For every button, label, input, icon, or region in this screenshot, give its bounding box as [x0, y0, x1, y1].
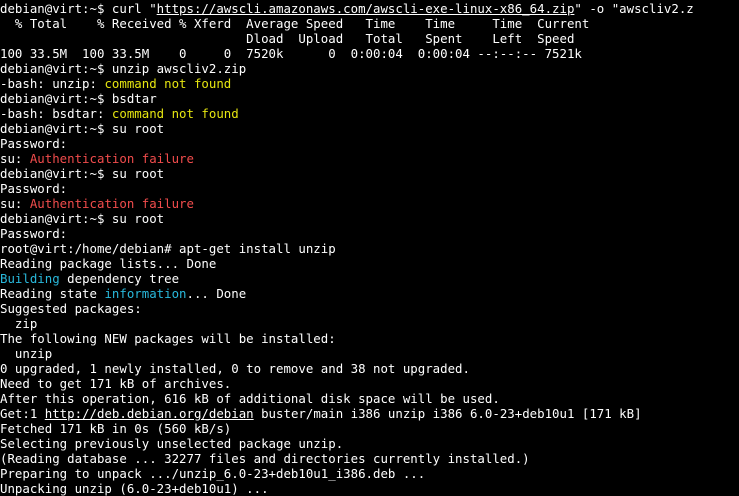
terminal-line: debian@virt:~$ unzip awscliv2.zip — [0, 61, 739, 76]
terminal-line: debian@virt:~$ su root — [0, 211, 739, 226]
terminal-text: Reading state — [0, 286, 105, 301]
terminal-line: 0 upgraded, 1 newly installed, 0 to remo… — [0, 361, 739, 376]
terminal-line: root@virt:/home/debian# apt-get install … — [0, 241, 739, 256]
terminal-link[interactable]: https://awscli.amazonaws.com/awscli-exe-… — [157, 1, 575, 16]
terminal-line: su: Authentication failure — [0, 196, 739, 211]
terminal-text: command not found — [111, 106, 239, 121]
terminal-text: Fetched 171 kB in 0s (560 kB/s) — [0, 421, 232, 436]
terminal-text: The following NEW packages will be insta… — [0, 331, 336, 346]
terminal-text: Dload Upload Total Spent Left Speed — [0, 31, 575, 46]
terminal-text: debian@virt:~$ unzip awscliv2.zip — [0, 61, 247, 76]
terminal-text: debian@virt:~$ curl " — [0, 1, 157, 16]
terminal-text: debian@virt:~$ su root — [0, 166, 165, 181]
terminal-line: Unpacking unzip (6.0-23+deb10u1) ... — [0, 481, 739, 496]
terminal-text: Password: — [0, 226, 68, 241]
terminal-line: (Reading database ... 32277 files and di… — [0, 451, 739, 466]
terminal-text: buster/main i386 unzip i386 6.0-23+deb10… — [253, 406, 642, 421]
terminal-line: Building dependency tree — [0, 271, 739, 286]
terminal-text: Authentication failure — [29, 196, 194, 211]
terminal-text: Building — [0, 271, 60, 286]
terminal-line: debian@virt:~$ su root — [0, 121, 739, 136]
terminal-text: Unpacking unzip (6.0-23+deb10u1) ... — [0, 481, 269, 496]
terminal-line: su: Authentication failure — [0, 151, 739, 166]
terminal-line: Reading state information... Done — [0, 286, 739, 301]
terminal-line: Dload Upload Total Spent Left Speed — [0, 31, 739, 46]
terminal-line: After this operation, 616 kB of addition… — [0, 391, 739, 406]
terminal-line: Preparing to unpack .../unzip_6.0-23+deb… — [0, 466, 739, 481]
terminal-text: Authentication failure — [29, 151, 194, 166]
terminal-text: zip — [0, 316, 38, 331]
terminal-text: -bash: unzip: — [0, 76, 105, 91]
terminal-text: Need to get 171 kB of archives. — [0, 376, 232, 391]
terminal-line: Need to get 171 kB of archives. — [0, 376, 739, 391]
terminal-text: Preparing to unpack .../unzip_6.0-23+deb… — [0, 466, 426, 481]
terminal-line: Fetched 171 kB in 0s (560 kB/s) — [0, 421, 739, 436]
terminal-text: -bash: bsdtar: — [0, 106, 112, 121]
terminal-text: command not found — [104, 76, 232, 91]
terminal-text: Selecting previously unselected package … — [0, 436, 344, 451]
terminal-text: ... Done — [186, 286, 247, 301]
terminal-text: dependency tree — [59, 271, 180, 286]
terminal-text: Reading package lists... Done — [0, 256, 217, 271]
terminal-line: Password: — [0, 136, 739, 151]
terminal-line: Password: — [0, 226, 739, 241]
terminal-line: Password: — [0, 181, 739, 196]
terminal-line: zip — [0, 316, 739, 331]
terminal-text: debian@virt:~$ bsdtar — [0, 91, 157, 106]
terminal-output[interactable]: debian@virt:~$ curl "https://awscli.amaz… — [0, 0, 739, 496]
terminal-line: 100 33.5M 100 33.5M 0 0 7520k 0 0:00:04 … — [0, 46, 739, 61]
terminal-text: % Total % Received % Xferd Average Speed… — [0, 16, 590, 31]
terminal-text: (Reading database ... 32277 files and di… — [0, 451, 530, 466]
terminal-line: debian@virt:~$ curl "https://awscli.amaz… — [0, 1, 739, 16]
terminal-text: su: — [0, 196, 30, 211]
terminal-text: debian@virt:~$ su root — [0, 211, 165, 226]
terminal-link[interactable]: http://deb.debian.org/debian — [45, 406, 254, 421]
terminal-line: debian@virt:~$ bsdtar — [0, 91, 739, 106]
terminal-text: 0 upgraded, 1 newly installed, 0 to remo… — [0, 361, 470, 376]
terminal-text: Suggested packages: — [0, 301, 142, 316]
terminal-text: " -o "awscliv2.z — [574, 1, 694, 16]
terminal-text: Password: — [0, 136, 68, 151]
terminal-text: After this operation, 616 kB of addition… — [0, 391, 500, 406]
terminal-line: Get:1 http://deb.debian.org/debian buste… — [0, 406, 739, 421]
terminal-text: Get:1 — [0, 406, 45, 421]
terminal-text: Password: — [0, 181, 68, 196]
terminal-line: debian@virt:~$ su root — [0, 166, 739, 181]
terminal-line: The following NEW packages will be insta… — [0, 331, 739, 346]
terminal-line: % Total % Received % Xferd Average Speed… — [0, 16, 739, 31]
terminal-line: -bash: unzip: command not found — [0, 76, 739, 91]
terminal-line: Reading package lists... Done — [0, 256, 739, 271]
terminal-line: Selecting previously unselected package … — [0, 436, 739, 451]
terminal-text: su: — [0, 151, 30, 166]
terminal-text: root@virt:/home/debian# apt-get install … — [0, 241, 336, 256]
terminal-line: -bash: bsdtar: command not found — [0, 106, 739, 121]
terminal-line: unzip — [0, 346, 739, 361]
terminal-text: information — [104, 286, 187, 301]
terminal-text: unzip — [0, 346, 53, 361]
terminal-line: Suggested packages: — [0, 301, 739, 316]
terminal-text: debian@virt:~$ su root — [0, 121, 165, 136]
terminal-text: 100 33.5M 100 33.5M 0 0 7520k 0 0:00:04 … — [0, 46, 582, 61]
